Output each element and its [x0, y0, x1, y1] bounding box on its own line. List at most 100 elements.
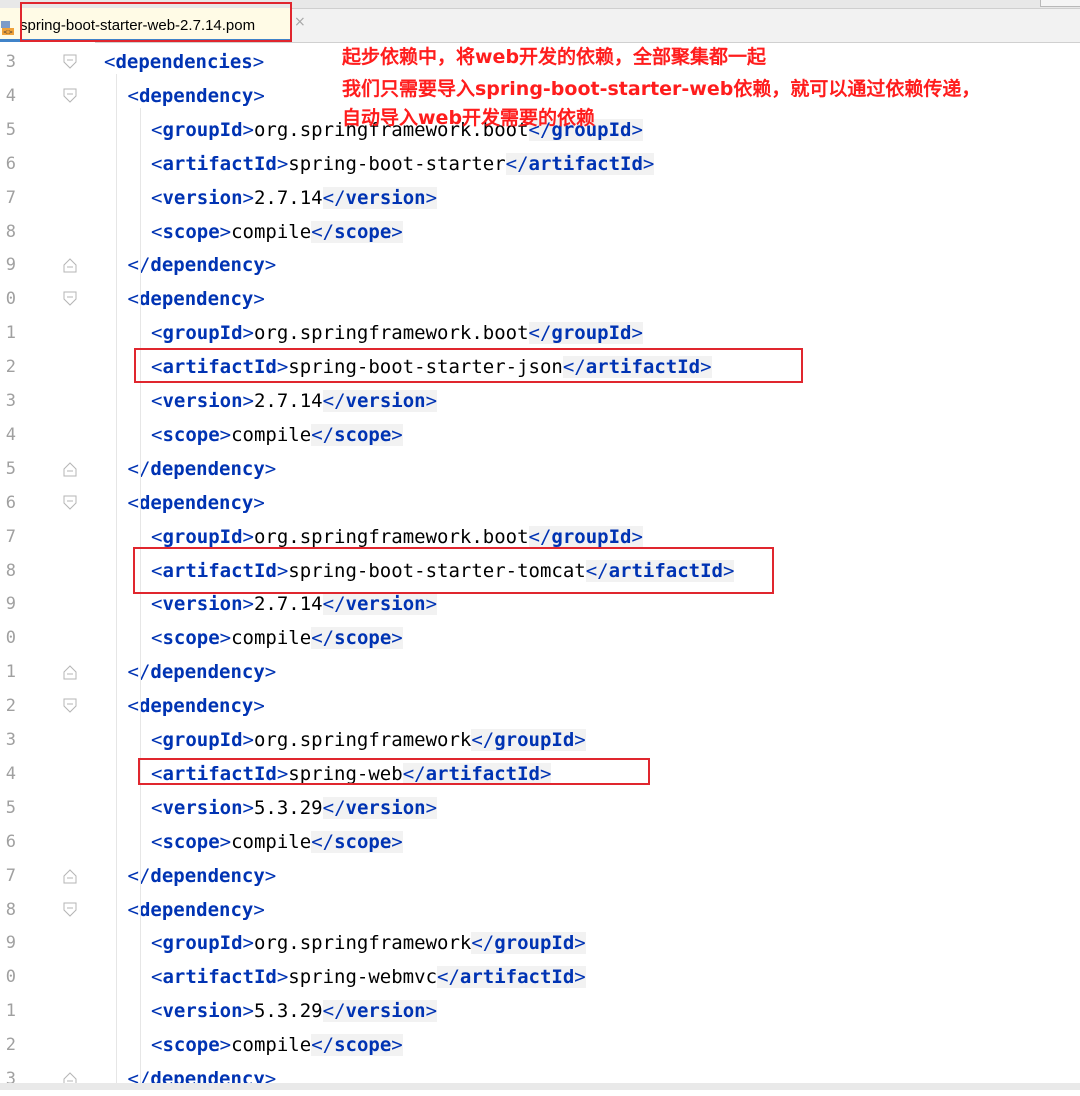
- tag-bracket: <: [151, 390, 163, 412]
- tag-bracket: </: [528, 322, 552, 345]
- xml-tag-name: scope: [334, 220, 392, 243]
- line-number: 6: [5, 831, 16, 852]
- line-number: 5: [5, 797, 16, 818]
- code-text: <dependency>: [128, 893, 265, 927]
- fold-open-icon[interactable]: [63, 291, 77, 307]
- code-line[interactable]: 1 </dependency>: [0, 655, 1080, 689]
- code-line[interactable]: 7 <version>2.7.14</version>: [0, 181, 1080, 215]
- xml-tag-name: dependency: [138, 695, 254, 718]
- code-line[interactable]: 1 <version>5.3.29</version>: [0, 994, 1080, 1028]
- maven-pom-file-icon: <>: [1, 21, 14, 36]
- horizontal-scrollbar[interactable]: [0, 1083, 1080, 1090]
- xml-tag-name: dependencies: [115, 51, 253, 73]
- code-line[interactable]: 6 <dependency>: [0, 486, 1080, 520]
- code-line[interactable]: 6 <scope>compile</scope>: [0, 825, 1080, 859]
- line-number: 2: [5, 1035, 16, 1056]
- fold-open-icon[interactable]: [63, 54, 77, 70]
- code-line[interactable]: 3 <version>2.7.14</version>: [0, 384, 1080, 418]
- line-number: 9: [5, 933, 16, 954]
- code-text: </dependency>: [128, 859, 277, 893]
- line-number: 2: [5, 696, 16, 717]
- tag-bracket: >: [391, 423, 403, 446]
- tag-bracket: >: [425, 1000, 438, 1023]
- xml-tag-name: scope: [334, 1034, 392, 1057]
- code-line[interactable]: 5 </dependency>: [0, 452, 1080, 486]
- fold-open-icon[interactable]: [63, 88, 77, 104]
- tag-bracket: <: [151, 593, 163, 616]
- highlight-box-spring-web: [138, 758, 650, 785]
- code-line[interactable]: 5 <version>5.3.29</version>: [0, 791, 1080, 825]
- tag-bracket: >: [242, 322, 254, 345]
- code-line[interactable]: 0 <scope>compile</scope>: [0, 621, 1080, 655]
- xml-tag-name: groupId: [494, 729, 575, 751]
- fold-close-icon[interactable]: [63, 664, 77, 680]
- code-text: <groupId>org.springframework.boot</group…: [151, 316, 643, 350]
- xml-tag-name: groupId: [162, 118, 243, 141]
- xml-tag-name: scope: [162, 830, 220, 853]
- fold-close-icon[interactable]: [63, 257, 77, 273]
- xml-value: compile: [231, 220, 312, 243]
- line-number: 1: [5, 662, 16, 683]
- fold-open-icon[interactable]: [63, 495, 77, 511]
- code-line[interactable]: 4 <scope>compile</scope>: [0, 418, 1080, 452]
- tag-bracket: >: [276, 966, 289, 989]
- code-line[interactable]: 9 </dependency>: [0, 248, 1080, 282]
- line-number: 5: [5, 119, 16, 140]
- tag-bracket: </: [311, 1034, 335, 1057]
- code-line[interactable]: 2 <scope>compile</scope>: [0, 1028, 1080, 1062]
- tag-bracket: >: [391, 627, 403, 650]
- code-line[interactable]: 2 <dependency>: [0, 689, 1080, 723]
- tag-bracket: >: [631, 118, 643, 141]
- tag-bracket: </: [311, 423, 335, 446]
- line-number: 3: [5, 391, 16, 411]
- line-number: 6: [5, 492, 16, 513]
- code-text: <dependencies>: [104, 45, 264, 79]
- line-number: 2: [5, 357, 16, 378]
- fold-close-icon[interactable]: [63, 461, 77, 477]
- code-line[interactable]: 6 <artifactId>spring-boot-starter</artifa…: [0, 147, 1080, 181]
- fold-open-icon[interactable]: [63, 698, 77, 714]
- tab-close-icon[interactable]: ×: [294, 14, 306, 30]
- code-text: <version>2.7.14</version>: [151, 384, 438, 418]
- tag-bracket: >: [219, 830, 232, 853]
- line-number: 6: [5, 153, 16, 174]
- tag-bracket: >: [253, 288, 265, 311]
- code-text: <dependency>: [128, 79, 265, 113]
- tag-bracket: >: [242, 118, 254, 141]
- line-number: 7: [5, 526, 16, 547]
- line-number: 4: [5, 85, 16, 106]
- code-line[interactable]: 0 <dependency>: [0, 282, 1080, 316]
- tag-bracket: >: [242, 186, 254, 209]
- tag-bracket: >: [242, 1000, 254, 1023]
- tag-bracket: <: [151, 322, 163, 345]
- code-text: <version>5.3.29</version>: [151, 791, 438, 825]
- xml-tag-name: groupId: [162, 729, 243, 751]
- code-line[interactable]: 3 <groupId>org.springframework</groupId>: [0, 723, 1080, 757]
- code-text: </dependency>: [128, 655, 277, 689]
- code-text: <groupId>org.springframework</groupId>: [151, 926, 586, 960]
- xml-value: spring-boot-starter: [288, 152, 506, 175]
- tag-bracket: >: [219, 627, 232, 650]
- code-text: <dependency>: [128, 486, 265, 520]
- tag-bracket: >: [425, 593, 438, 616]
- tag-bracket: <: [151, 525, 163, 548]
- code-line[interactable]: 1 <groupId>org.springframework.boot</grou…: [0, 316, 1080, 350]
- tag-bracket: </: [311, 830, 335, 853]
- code-line[interactable]: 8 <scope>compile</scope>: [0, 215, 1080, 249]
- tag-bracket: >: [264, 457, 277, 480]
- code-line[interactable]: 3 </dependency>: [0, 1062, 1080, 1096]
- tag-bracket: >: [391, 830, 403, 853]
- line-number: 8: [5, 560, 16, 581]
- tag-bracket: <: [151, 830, 163, 853]
- annotation-line: 自动导入web开发需要的依赖: [342, 107, 596, 129]
- line-number: 0: [5, 289, 16, 310]
- fold-open-icon[interactable]: [63, 902, 77, 918]
- code-line[interactable]: 9 <groupId>org.springframework</groupId>: [0, 926, 1080, 960]
- line-number: 5: [5, 458, 16, 479]
- code-line[interactable]: 0 <artifactId>spring-webmvc</artifactId>: [0, 960, 1080, 994]
- code-line[interactable]: 8 <dependency>: [0, 893, 1080, 927]
- code-line[interactable]: 7 </dependency>: [0, 859, 1080, 893]
- code-text: </dependency>: [128, 248, 277, 282]
- window-control-button[interactable]: [1040, 0, 1080, 7]
- fold-close-icon[interactable]: [63, 868, 77, 884]
